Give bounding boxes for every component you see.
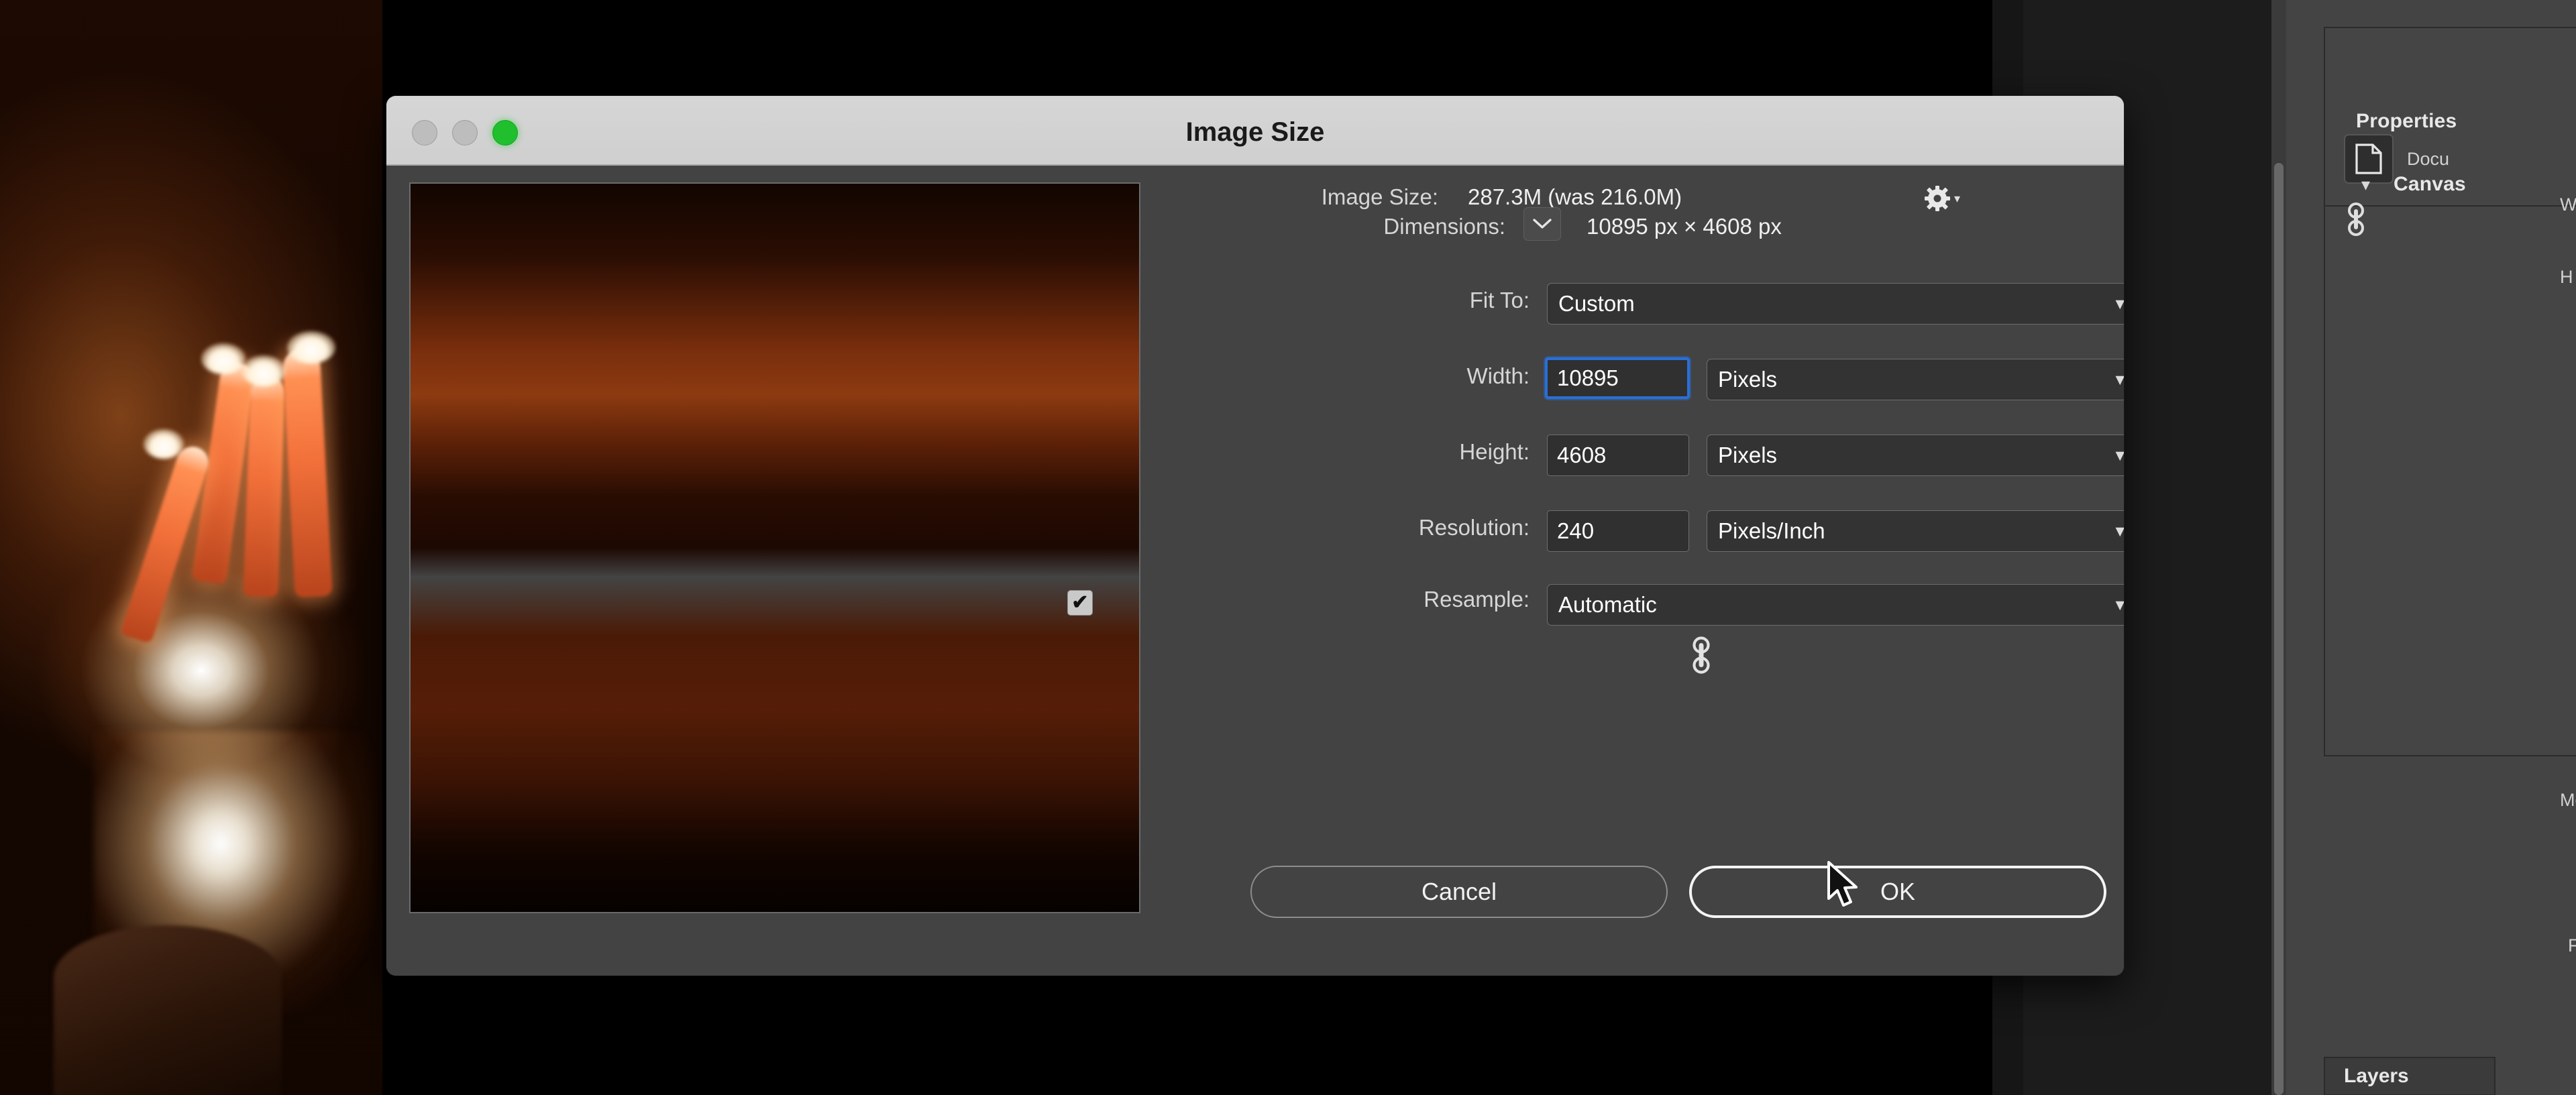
caret-down-icon[interactable]: ▾ <box>1954 192 1960 205</box>
photo-fingertip-glow <box>201 343 246 374</box>
dialog-title: Image Size <box>1185 117 1325 147</box>
canvas-width-label: W <box>2560 194 2576 215</box>
resolution-unit-value: Pixels/Inch <box>1718 518 1825 543</box>
height-input[interactable]: 4608 <box>1547 435 1689 476</box>
dimensions-label: Dimensions: <box>1383 214 1505 239</box>
dimensions-disclosure-chevron-down-icon[interactable] <box>1523 207 1561 241</box>
checkmark-icon: ✔ <box>1071 591 1089 614</box>
scrollbar-thumb[interactable] <box>2274 163 2284 1095</box>
width-unit-value: Pixels <box>1718 367 1778 392</box>
image-size-label: Image Size: <box>1321 184 1438 209</box>
resample-label: Resample: <box>1424 587 1529 612</box>
chevron-down-icon: ▾ <box>2115 520 2124 541</box>
height-unit-select[interactable]: Pixels ▾ <box>1707 435 2124 476</box>
height-label: Height: <box>1459 439 1529 464</box>
canvas-height-label: H <box>2560 267 2573 287</box>
resample-select[interactable]: Automatic ▾ <box>1547 584 2124 626</box>
image-size-value: 287.3M (was 216.0M) <box>1468 184 1682 209</box>
ok-button-label: OK <box>1880 878 1915 905</box>
resample-checkbox[interactable]: ✔ <box>1067 590 1093 616</box>
layers-tab[interactable]: Layers <box>2324 1057 2496 1095</box>
ok-button[interactable]: OK <box>1689 866 2106 918</box>
dialog-titlebar[interactable]: Image Size <box>386 96 2124 166</box>
chevron-down-icon: ▾ <box>2115 369 2124 390</box>
mode-label: Mode <box>2560 790 2576 810</box>
fit-to-label: Fit To: <box>1469 288 1529 312</box>
dialog-body: Image Size: 287.3M (was 216.0M) ▾ Dimens… <box>386 166 2124 976</box>
image-preview-grain <box>411 184 1139 912</box>
height-unit-value: Pixels <box>1718 443 1778 467</box>
screen: Properties Docu ▾ Canvas W H Mode Fill L… <box>0 0 2576 1095</box>
canvas-section-title: Canvas <box>2394 173 2466 195</box>
document-type-label: Docu <box>2407 149 2450 169</box>
arrow-cursor <box>1826 861 1861 913</box>
photo-sleeve <box>54 925 282 1095</box>
width-label: Width: <box>1466 363 1529 388</box>
width-value: 10895 <box>1557 365 1619 390</box>
dimensions-value: 10895 px × 4608 px <box>1587 214 1782 239</box>
canvas-link-constrain-icon[interactable] <box>2345 201 2367 241</box>
resolution-value: 240 <box>1557 518 1595 543</box>
resolution-label: Resolution: <box>1418 515 1529 540</box>
canvas-vertical-scrollbar[interactable] <box>2271 0 2286 1095</box>
height-value: 4608 <box>1557 443 1607 467</box>
canvas-chevron-down-icon[interactable]: ▾ <box>2361 174 2370 195</box>
gear-icon[interactable]: ▾ <box>1924 182 1963 215</box>
cancel-button[interactable]: Cancel <box>1250 866 1668 918</box>
fit-to-value: Custom <box>1558 291 1635 316</box>
width-input[interactable]: 10895 <box>1545 357 1690 399</box>
width-unit-select[interactable]: Pixels ▾ <box>1707 359 2124 400</box>
fit-to-select[interactable]: Custom ▾ <box>1547 283 2124 325</box>
image-size-dialog: Image Size Image Size: 287.3M (was 216.0… <box>386 96 2124 976</box>
photo-fingertip-glow <box>241 355 286 386</box>
photoshop-panel-column: Properties Docu ▾ Canvas W H Mode Fill L… <box>2286 0 2576 1095</box>
chevron-down-icon: ▾ <box>2115 594 2124 615</box>
photo-fingertip-glow <box>287 331 335 363</box>
properties-panel-title: Properties <box>2356 110 2457 132</box>
photo-fingertip-glow <box>144 429 184 459</box>
chevron-down-icon: ▾ <box>2115 293 2124 314</box>
chevron-down-icon: ▾ <box>2115 445 2124 465</box>
link-constrain-icon[interactable] <box>1690 635 1712 679</box>
resolution-unit-select[interactable]: Pixels/Inch ▾ <box>1707 510 2124 552</box>
cancel-button-label: Cancel <box>1421 878 1497 905</box>
fill-label: Fill <box>2568 935 2576 956</box>
image-preview[interactable] <box>409 182 1140 913</box>
resolution-input[interactable]: 240 <box>1547 510 1689 552</box>
canvas-section-panel <box>2324 207 2576 756</box>
resample-value: Automatic <box>1558 592 1657 617</box>
